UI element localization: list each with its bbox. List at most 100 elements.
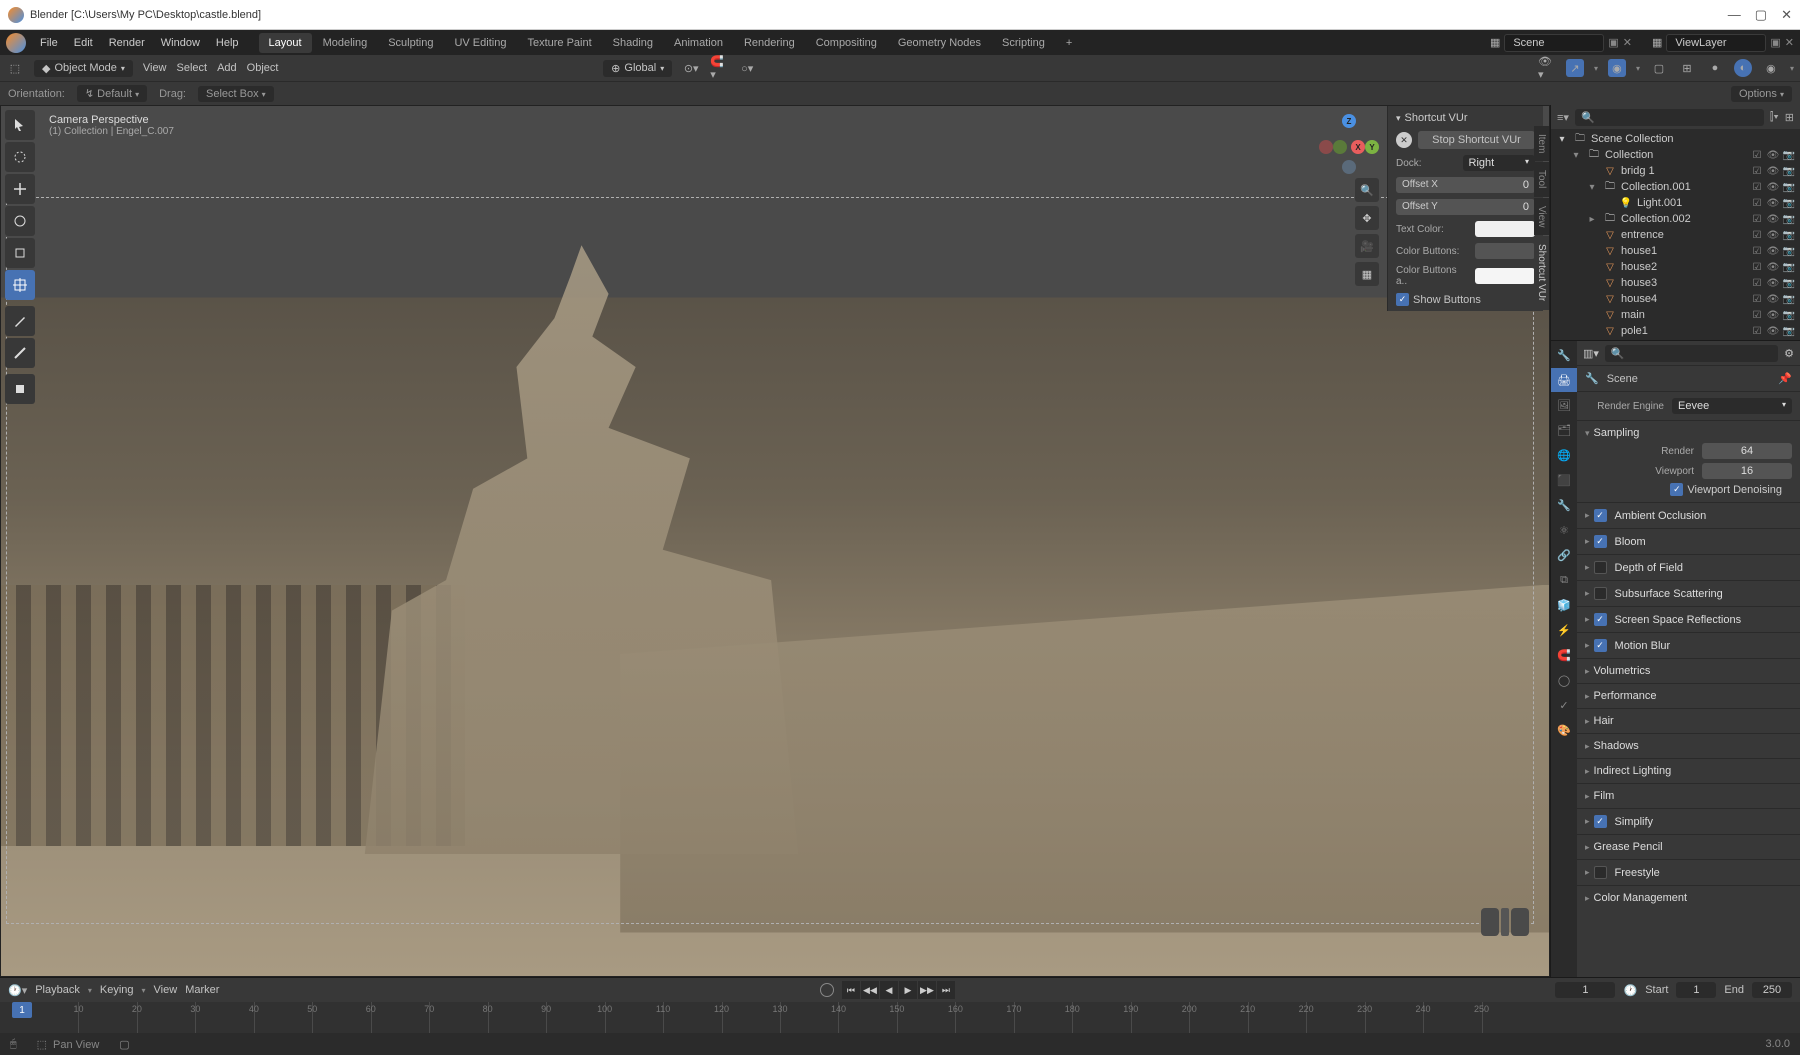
properties-tab-7[interactable]: ⚛ <box>1551 518 1577 542</box>
outliner-item-pole2[interactable]: ▽pole2☑👁📷 <box>1551 339 1800 340</box>
new-collection-icon[interactable]: ⊞ <box>1785 111 1794 124</box>
axis-neg-z-icon[interactable] <box>1342 160 1356 174</box>
move-tool[interactable] <box>5 174 35 204</box>
workspace-tab-uv-editing[interactable]: UV Editing <box>444 33 516 53</box>
panel-indirect-lighting[interactable]: ▸Indirect Lighting <box>1585 763 1792 779</box>
outliner-item-entrence[interactable]: ▽entrence☑👁📷 <box>1551 227 1800 243</box>
sampling-header[interactable]: ▾Sampling <box>1585 425 1792 441</box>
marker-menu[interactable]: Marker <box>185 984 219 996</box>
panel-motion-blur[interactable]: ▸✓Motion Blur <box>1585 637 1792 654</box>
properties-tab-5[interactable]: ⬛ <box>1551 468 1577 492</box>
add-cube-tool[interactable] <box>5 374 35 404</box>
npanel-tab-view[interactable]: View <box>1534 198 1549 236</box>
dock-select[interactable]: Right ▾ <box>1463 155 1536 171</box>
properties-tab-1[interactable]: 🖨 <box>1551 368 1577 392</box>
add-menu[interactable]: Add <box>217 62 237 74</box>
view-menu[interactable]: View <box>143 62 167 74</box>
axis-neg-x-icon[interactable] <box>1319 140 1333 154</box>
drag-select[interactable]: Select Box ▾ <box>198 86 274 102</box>
outliner-item-collection[interactable]: ▾🗀Collection☑👁📷 <box>1551 147 1800 163</box>
viewport-samples-field[interactable]: 16 <box>1702 463 1792 479</box>
properties-tab-11[interactable]: ⚡ <box>1551 618 1577 642</box>
transform-orientation[interactable]: ⊕ Global ▾ <box>603 60 672 77</box>
autokey-icon[interactable] <box>820 983 834 997</box>
outliner-item-main[interactable]: ▽main☑👁📷 <box>1551 307 1800 323</box>
transform-tool[interactable] <box>5 270 35 300</box>
add-workspace-button[interactable]: + <box>1056 33 1082 53</box>
camera-view-icon[interactable]: 🎥 <box>1355 234 1379 258</box>
workspace-tab-sculpting[interactable]: Sculpting <box>378 33 443 53</box>
menu-edit[interactable]: Edit <box>66 34 101 52</box>
editor-type-icon[interactable]: ⬚ <box>6 59 24 77</box>
props-options-icon[interactable]: ⚙ <box>1784 347 1794 360</box>
start-frame-field[interactable]: 1 <box>1676 982 1716 998</box>
maximize-button[interactable]: ▢ <box>1755 7 1767 23</box>
rotate-tool[interactable] <box>5 206 35 236</box>
cursor-tool[interactable] <box>5 142 35 172</box>
viewlayer-name-field[interactable]: ViewLayer <box>1666 34 1766 52</box>
outliner-root[interactable]: ▾🗀Scene Collection <box>1551 131 1800 147</box>
panel-bloom[interactable]: ▸✓Bloom <box>1585 533 1792 550</box>
select-menu[interactable]: Select <box>177 62 208 74</box>
select-tool[interactable] <box>5 110 35 140</box>
properties-tab-4[interactable]: 🌐 <box>1551 443 1577 467</box>
properties-tab-2[interactable]: 🖼 <box>1551 393 1577 417</box>
properties-tab-13[interactable]: ◯ <box>1551 668 1577 692</box>
panel-color-management[interactable]: ▸Color Management <box>1585 890 1792 906</box>
filter-icon[interactable]: ⫿▾ <box>1770 111 1779 124</box>
overlay-toggle-icon[interactable]: ◉ <box>1608 59 1626 77</box>
workspace-tab-texture-paint[interactable]: Texture Paint <box>517 33 601 53</box>
axis-y-icon[interactable]: Y <box>1365 140 1379 154</box>
object-menu[interactable]: Object <box>247 62 279 74</box>
menu-help[interactable]: Help <box>208 34 247 52</box>
axis-neg-y-icon[interactable] <box>1333 140 1347 154</box>
proportional-icon[interactable]: ○▾ <box>738 59 756 77</box>
delete-scene-icon[interactable]: ✕ <box>1623 36 1632 49</box>
outliner-item-collection-002[interactable]: ▸🗀Collection.002☑👁📷 <box>1551 211 1800 227</box>
clock-icon[interactable]: 🕐 <box>1623 984 1637 997</box>
delete-viewlayer-icon[interactable]: ✕ <box>1785 36 1794 49</box>
outliner-item-bridg-1[interactable]: ▽bridg 1☑👁📷 <box>1551 163 1800 179</box>
viewlayer-icon[interactable]: ▦ <box>1652 36 1662 49</box>
shading-render-icon[interactable]: ◉ <box>1762 59 1780 77</box>
scale-tool[interactable] <box>5 238 35 268</box>
offset-x-field[interactable]: 0 <box>1523 179 1529 191</box>
outliner-item-collection-001[interactable]: ▾🗀Collection.001☑👁📷 <box>1551 179 1800 195</box>
annotate-tool[interactable] <box>5 306 35 336</box>
panel-film[interactable]: ▸Film <box>1585 788 1792 804</box>
shading-solid-icon[interactable]: ● <box>1706 59 1724 77</box>
workspace-tab-compositing[interactable]: Compositing <box>806 33 887 53</box>
pin-icon[interactable]: 📌 <box>1778 372 1792 385</box>
props-editor-icon[interactable]: ▥▾ <box>1583 347 1599 360</box>
outliner-type-icon[interactable]: ≡▾ <box>1557 111 1569 124</box>
stop-shortcut-button[interactable]: Stop Shortcut VUr <box>1418 131 1535 149</box>
shading-wire-icon[interactable]: ⊞ <box>1678 59 1696 77</box>
render-engine-select[interactable]: Eevee▾ <box>1672 398 1792 414</box>
properties-tab-0[interactable]: 🔧 <box>1551 343 1577 367</box>
color-buttons-swatch[interactable] <box>1475 243 1535 259</box>
panel-subsurface-scattering[interactable]: ▸Subsurface Scattering <box>1585 585 1792 602</box>
3d-viewport[interactable]: Camera Perspective (1) Collection | Enge… <box>0 105 1550 977</box>
scene-browse-icon[interactable]: ▦ <box>1490 36 1500 49</box>
panel-freestyle[interactable]: ▸Freestyle <box>1585 864 1792 881</box>
workspace-tab-layout[interactable]: Layout <box>259 33 312 53</box>
workspace-tab-animation[interactable]: Animation <box>664 33 733 53</box>
workspace-tab-modeling[interactable]: Modeling <box>313 33 378 53</box>
options-dropdown[interactable]: Options ▾ <box>1731 86 1792 102</box>
jump-start-button[interactable]: ⏮ <box>842 981 860 999</box>
panel-grease-pencil[interactable]: ▸Grease Pencil <box>1585 839 1792 855</box>
panel-volumetrics[interactable]: ▸Volumetrics <box>1585 663 1792 679</box>
zoom-icon[interactable]: 🔍 <box>1355 178 1379 202</box>
keyframe-next-button[interactable]: ▶▶ <box>918 981 936 999</box>
menu-window[interactable]: Window <box>153 34 208 52</box>
properties-tab-3[interactable]: 🗂 <box>1551 418 1577 442</box>
xray-icon[interactable]: ▢ <box>1650 59 1668 77</box>
new-viewlayer-icon[interactable]: ▣ <box>1770 36 1780 49</box>
menu-file[interactable]: File <box>32 34 66 52</box>
properties-tab-10[interactable]: 🧊 <box>1551 593 1577 617</box>
scene-name-field[interactable]: Scene <box>1504 34 1604 52</box>
properties-tab-6[interactable]: 🔧 <box>1551 493 1577 517</box>
measure-tool[interactable] <box>5 338 35 368</box>
panel-screen-space-reflections[interactable]: ▸✓Screen Space Reflections <box>1585 611 1792 628</box>
keyframe-prev-button[interactable]: ◀◀ <box>861 981 879 999</box>
